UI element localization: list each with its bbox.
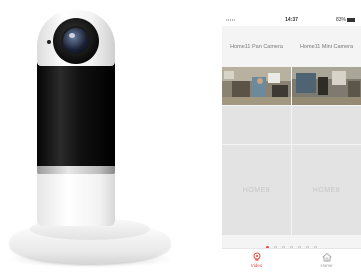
camera-black-body <box>37 62 115 166</box>
camera-slot-home8-1[interactable]: HOME8 <box>222 145 291 235</box>
tile-label: HOME8 <box>312 186 341 194</box>
camera-label-pan: Home11 Pan Camera <box>230 44 283 50</box>
camera-slot-home8-2[interactable]: HOME8 <box>292 145 361 235</box>
page-indicator <box>222 239 361 250</box>
battery-percent: 83% <box>335 17 346 23</box>
camera-labels: Home11 Pan Camera Home11 Mini Camera <box>222 44 361 54</box>
battery-icon <box>347 17 355 22</box>
app-screen: ••••• 14:37 83% Home11 Pan Camera Home11… <box>222 14 361 273</box>
camera-feed-mini[interactable] <box>292 67 361 105</box>
camera-lens-glint <box>69 33 75 38</box>
camera-label-mini: Home11 Mini Camera <box>299 44 354 50</box>
camera-product-image <box>0 0 200 272</box>
tab-home[interactable]: Home <box>292 252 361 268</box>
tab-home-label: Home <box>320 263 333 268</box>
home-icon <box>321 252 332 262</box>
status-bar: ••••• 14:37 83% <box>222 14 361 26</box>
tab-video[interactable]: Video <box>222 252 291 268</box>
tile-label: HOME8 <box>242 186 271 194</box>
camera-neck <box>37 168 115 226</box>
video-frame-pan <box>222 67 291 105</box>
camera-slot-empty-2[interactable] <box>292 106 361 144</box>
battery-indicator: 83% <box>336 17 355 23</box>
tab-video-label: Video <box>250 263 263 268</box>
video-frame-mini <box>292 67 361 105</box>
camera-lens <box>63 28 89 54</box>
camera-feed-pan[interactable] <box>222 67 291 105</box>
video-pin-icon <box>253 252 260 261</box>
camera-slot-empty-1[interactable] <box>222 106 291 144</box>
camera-sensor <box>47 40 51 44</box>
tab-bar: Video Home <box>222 248 361 273</box>
